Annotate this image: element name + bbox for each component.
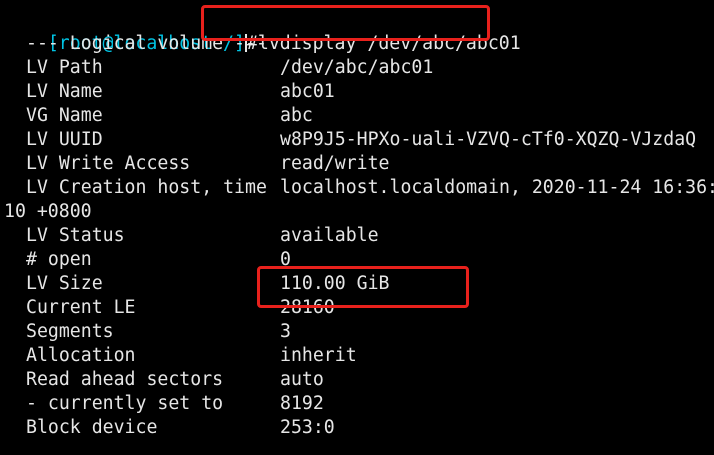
row-label: VG Name (26, 105, 103, 126)
row-value: 253:0 (280, 417, 335, 438)
row-value: /dev/abc/abc01 (280, 57, 434, 78)
row-label: Current LE (26, 297, 136, 318)
row-value: available (280, 225, 379, 246)
terminal-window[interactable]: [root@localhost /] #lvdisplay /dev/abc/ab… (0, 0, 714, 455)
row-label: LV Size (26, 273, 103, 294)
row-value: w8P9J5-HPXo-uali-VZVQ-cTf0-XQZQ-VJzdaQ (280, 129, 697, 150)
row-value: read/write (280, 153, 390, 174)
row-label: Read ahead sectors (26, 369, 224, 390)
row-value: 8192 (280, 393, 324, 414)
row-label: Segments (26, 321, 114, 342)
row-label: # open (26, 249, 92, 270)
row-value: abc (280, 105, 313, 126)
previous-output-fragment (4, 0, 26, 6)
row-label: LV UUID (26, 129, 103, 150)
row-label: LV Name (26, 81, 103, 102)
output-header: --- Logical volume --- (26, 33, 267, 54)
row-label: LV Creation host, time (26, 177, 267, 198)
row-label: - currently set to (26, 393, 224, 414)
row-label: Block device (26, 417, 158, 438)
command-line[interactable]: [root@localhost /] #lvdisplay /dev/abc/ab… (4, 8, 521, 54)
row-label: LV Write Access (26, 153, 191, 174)
row-label: Allocation (26, 345, 136, 366)
wrapped-line: 10 +0800 (4, 201, 92, 222)
row-value: 28160 (280, 297, 335, 318)
row-value: localhost.localdomain, 2020-11-24 16:36: (280, 177, 714, 198)
row-value: 3 (280, 321, 291, 342)
row-label: LV Path (26, 57, 103, 78)
row-value: inherit (280, 345, 357, 366)
row-label: LV Status (26, 225, 125, 246)
row-value: auto (280, 369, 324, 390)
lv-size-value: 110.00 GiB (280, 273, 390, 294)
row-value: 0 (280, 249, 291, 270)
command-text: #lvdisplay /dev/abc/abc01 (246, 33, 521, 54)
row-value: abc01 (280, 81, 335, 102)
